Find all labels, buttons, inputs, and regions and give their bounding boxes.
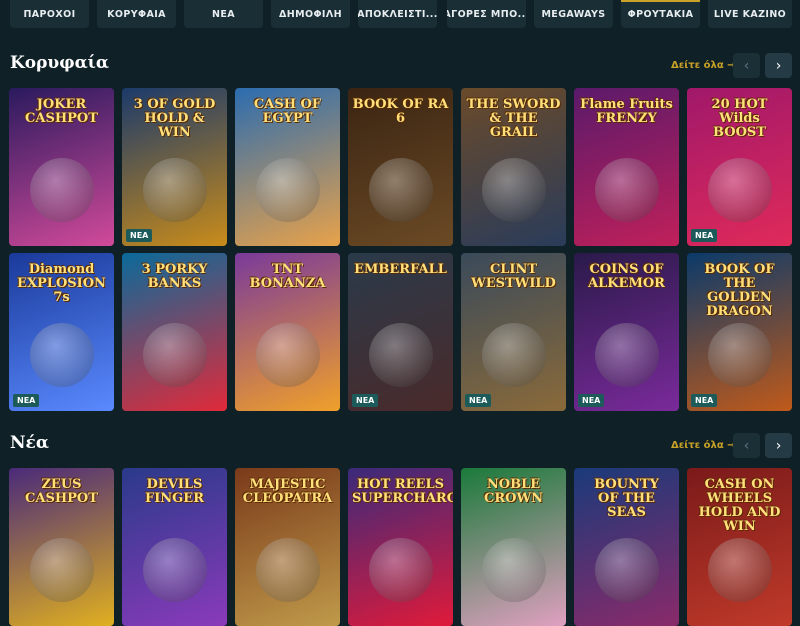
game-character-art <box>594 323 659 387</box>
game-character-art <box>481 323 546 387</box>
game-tile[interactable]: THE SWORD & THE GRAIL <box>461 88 566 246</box>
new-badge: ΝΕΑ <box>691 229 718 242</box>
game-character-art <box>255 323 320 387</box>
game-title: CASH OF EGYPT <box>253 97 322 126</box>
category-tabs: ΠΑΡΟΧΟΙ ΚΟΡΥΦΑΙΑ ΝΕΑ ΔΗΜΟΦΙΛΗ ΑΠΟΚΛΕΙΣΤΙ... Α… <box>0 0 800 32</box>
game-tile[interactable]: NOBLE CROWN <box>461 468 566 626</box>
game-tile[interactable]: JOKER CASHPOT <box>9 88 114 246</box>
game-character-art <box>368 158 433 222</box>
game-character-art <box>368 323 433 387</box>
tab-1[interactable]: ΚΟΡΥΦΑΙΑ <box>97 0 176 28</box>
game-tile[interactable]: MAJESTIC CLEOPATRA <box>235 468 340 626</box>
game-character-art <box>29 323 94 387</box>
game-title: Diamond EXPLOSION 7s <box>17 262 106 305</box>
game-tile[interactable]: BOOK OF THE GOLDEN DRAGON ΝΕΑ <box>687 253 792 411</box>
game-tile[interactable]: CASH ON WHEELS HOLD AND WIN <box>687 468 792 626</box>
game-character-art <box>255 158 320 222</box>
game-title: BOOK OF THE GOLDEN DRAGON <box>704 262 775 319</box>
game-title: 20 HOT Wilds BOOST <box>711 97 768 140</box>
new-badge: ΝΕΑ <box>126 229 153 242</box>
game-tile[interactable]: 20 HOT Wilds BOOST ΝΕΑ <box>687 88 792 246</box>
game-character-art <box>594 538 659 602</box>
game-character-art <box>29 538 94 602</box>
game-character-art <box>707 158 772 222</box>
game-character-art <box>142 538 207 602</box>
tab-8[interactable]: LIVE ΚΑΖΙΝΟ <box>708 0 792 28</box>
game-tile[interactable]: DEVILS FINGER <box>122 468 227 626</box>
game-title: CASH ON WHEELS HOLD AND WIN <box>698 477 781 534</box>
game-tile[interactable]: EMBERFALL ΝΕΑ <box>348 253 453 411</box>
tab-3[interactable]: ΔΗΜΟΦΙΛΗ <box>271 0 350 28</box>
next-button-new[interactable]: › <box>765 433 792 458</box>
see-all-link-new[interactable]: Δείτε όλα → <box>671 440 736 451</box>
chevron-right-icon: › <box>775 437 782 454</box>
new-badge: ΝΕΑ <box>578 394 605 407</box>
tab-4[interactable]: ΑΠΟΚΛΕΙΣΤΙ... <box>358 0 437 28</box>
game-tile[interactable]: 3 PORKY BANKS <box>122 253 227 411</box>
new-badge: ΝΕΑ <box>691 394 718 407</box>
game-title: CLINT WESTWILD <box>471 262 556 291</box>
new-badge: ΝΕΑ <box>352 394 379 407</box>
game-tile[interactable]: COINS OF ALKEMOR ΝΕΑ <box>574 253 679 411</box>
game-title: JOKER CASHPOT <box>25 97 98 126</box>
game-title: ZEUS CASHPOT <box>25 477 98 506</box>
game-title: COINS OF ALKEMOR <box>588 262 665 291</box>
game-tile[interactable]: CLINT WESTWILD ΝΕΑ <box>461 253 566 411</box>
new-badge: ΝΕΑ <box>13 394 40 407</box>
game-title: 3 PORKY BANKS <box>141 262 208 291</box>
game-title: NOBLE CROWN <box>484 477 543 506</box>
game-title: BOUNTY OF THE SEAS <box>594 477 659 520</box>
game-tile[interactable]: TNT BONANZA <box>235 253 340 411</box>
new-badge: ΝΕΑ <box>465 394 492 407</box>
game-character-art <box>594 158 659 222</box>
game-tile[interactable]: BOUNTY OF THE SEAS <box>574 468 679 626</box>
game-title: 3 OF GOLD HOLD & WIN <box>133 97 216 140</box>
chevron-left-icon: ‹ <box>743 437 750 454</box>
tab-2[interactable]: ΝΕΑ <box>184 0 263 28</box>
game-title: MAJESTIC CLEOPATRA <box>242 477 333 506</box>
chevron-left-icon: ‹ <box>743 57 750 74</box>
game-character-art <box>142 158 207 222</box>
game-tile[interactable]: HOT REELS SUPERCHARGED <box>348 468 453 626</box>
game-title: Flame Fruits FRENZY <box>580 97 673 126</box>
game-character-art <box>707 323 772 387</box>
game-tile[interactable]: Flame Fruits FRENZY <box>574 88 679 246</box>
game-title: HOT REELS SUPERCHARGED <box>352 477 453 506</box>
prev-button-top[interactable]: ‹ <box>733 53 760 78</box>
game-character-art <box>368 538 433 602</box>
tab-7[interactable]: ΦΡΟΥΤΑΚΙΑ <box>621 0 700 28</box>
game-title: THE SWORD & THE GRAIL <box>466 97 561 140</box>
game-tile[interactable]: 3 OF GOLD HOLD & WIN ΝΕΑ <box>122 88 227 246</box>
game-title: TNT BONANZA <box>249 262 326 291</box>
game-tile[interactable]: ZEUS CASHPOT <box>9 468 114 626</box>
see-all-link-top[interactable]: Δείτε όλα → <box>671 60 736 71</box>
game-character-art <box>29 158 94 222</box>
game-character-art <box>707 538 772 602</box>
game-title: DEVILS FINGER <box>144 477 204 506</box>
game-tile[interactable]: Diamond EXPLOSION 7s ΝΕΑ <box>9 253 114 411</box>
chevron-right-icon: › <box>775 57 782 74</box>
tab-0[interactable]: ΠΑΡΟΧΟΙ <box>10 0 89 28</box>
game-character-art <box>481 158 546 222</box>
next-button-top[interactable]: › <box>765 53 792 78</box>
section-title-new: Νέα <box>10 433 49 453</box>
tab-5[interactable]: ΑΓΟΡΕΣ ΜΠΟ... <box>447 0 526 28</box>
game-title: BOOK OF RA 6 <box>352 97 449 126</box>
prev-button-new[interactable]: ‹ <box>733 433 760 458</box>
game-tile[interactable]: CASH OF EGYPT <box>235 88 340 246</box>
tab-6[interactable]: MEGAWAYS <box>534 0 613 28</box>
game-character-art <box>142 323 207 387</box>
section-title-top: Κορυφαία <box>10 53 109 73</box>
game-title: EMBERFALL <box>354 262 447 277</box>
game-character-art <box>255 538 320 602</box>
game-character-art <box>481 538 546 602</box>
game-tile[interactable]: BOOK OF RA 6 <box>348 88 453 246</box>
